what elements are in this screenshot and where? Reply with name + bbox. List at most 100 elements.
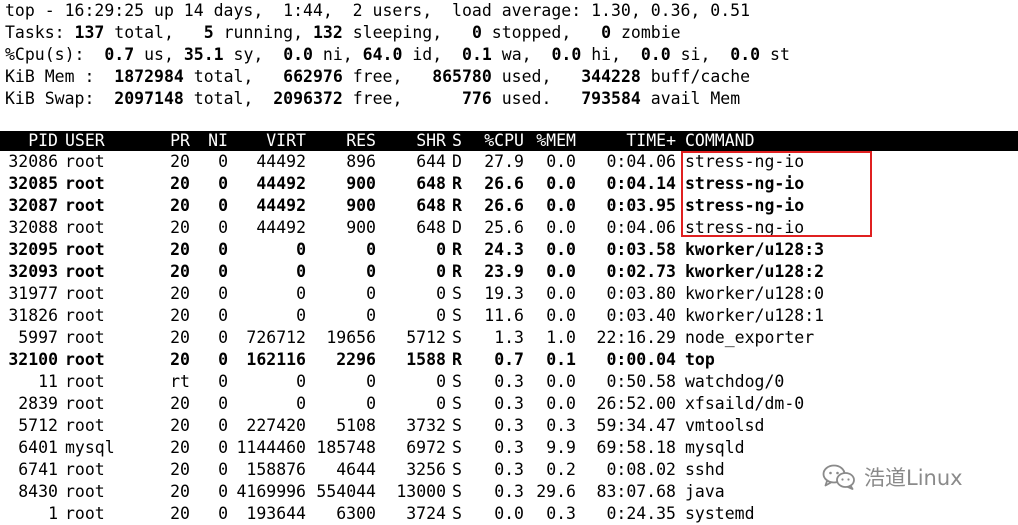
cell-user: root [65, 240, 105, 259]
cell-command: watchdog/0 [685, 372, 785, 391]
summary-value: 0.0 [730, 45, 761, 64]
cell-shr: 6972 [406, 438, 446, 457]
cell-shr: 5712 [406, 328, 446, 347]
watermark: 浩道Linux [822, 463, 963, 491]
cell-user: root [65, 460, 105, 479]
cell-mem: 0.0 [546, 394, 576, 413]
cell-ni: 0 [218, 306, 228, 325]
cell-cpu: 0.3 [494, 394, 524, 413]
cell-pid: 32100 [8, 350, 58, 369]
cell-shr: 1588 [406, 350, 446, 369]
cell-user: mysql [65, 438, 115, 457]
cell-shr: 3732 [406, 416, 446, 435]
col-pid: PID [28, 131, 58, 150]
process-row: 32093 root 20 0 0 0 0 R 23.9 0.0 0:02.73 kworker/u1… [0, 261, 1018, 283]
summary-text: total, [183, 67, 284, 86]
process-row: 31977 root 20 0 0 0 0 S 19.3 0.0 0:03.80 kworker/u1… [0, 283, 1018, 305]
cell-user: root [65, 372, 105, 391]
cell-pr: 20 [170, 284, 190, 303]
cell-mem: 29.6 [536, 482, 576, 501]
cell-pid: 1 [48, 504, 58, 523]
summary-text: used, [491, 67, 582, 86]
cell-cpu: 23.9 [484, 262, 524, 281]
process-row: 5712 root 20 0 227420 5108 3732 S 0.3 0.3 59:34.47… [0, 415, 1018, 437]
summary-text: total, [183, 89, 274, 108]
cell-res: 0 [366, 372, 376, 391]
cell-res: 4644 [336, 460, 376, 479]
cell-pid: 8430 [18, 482, 58, 501]
cell-state: R [452, 174, 462, 193]
cell-cpu: 1.3 [494, 328, 524, 347]
cell-ni: 0 [218, 416, 228, 435]
cell-time: 0:02.73 [606, 262, 676, 281]
cell-time: 22:16.29 [596, 328, 676, 347]
cell-time: 0:03.80 [606, 284, 676, 303]
cell-time: 0:24.35 [606, 504, 676, 523]
cell-state: S [452, 372, 462, 391]
cell-user: root [65, 218, 105, 237]
cell-command: node_exporter [685, 328, 815, 347]
cell-mem: 0.1 [546, 350, 576, 369]
cell-time: 0:04.06 [606, 218, 676, 237]
summary-value: 2096372 [273, 89, 343, 108]
wechat-icon [822, 464, 855, 490]
cell-mem: 0.0 [546, 218, 576, 237]
cell-res: 896 [346, 152, 376, 171]
col-s: S [452, 131, 462, 150]
process-row: 32100 root 20 0 162116 2296 1588 R 0.7 0.1 0:00.04… [0, 349, 1018, 371]
cell-state: R [452, 262, 462, 281]
col-mem: %MEM [536, 131, 576, 150]
cell-ni: 0 [218, 482, 228, 501]
cell-res: 0 [366, 240, 376, 259]
cell-shr: 644 [416, 152, 446, 171]
cell-state: D [452, 218, 462, 237]
summary-value: 64.0 [362, 45, 403, 64]
cell-pid: 32085 [8, 174, 58, 193]
cell-res: 6300 [336, 504, 376, 523]
cell-virt: 227420 [246, 416, 306, 435]
summary-text: ni, [313, 45, 363, 64]
cell-res: 185748 [316, 438, 376, 457]
summary-text: us, [134, 45, 184, 64]
cell-pr: 20 [170, 306, 190, 325]
cell-shr: 3724 [406, 504, 446, 523]
cell-ni: 0 [218, 438, 228, 457]
cell-pr: 20 [170, 240, 190, 259]
summary-value: 0.0 [283, 45, 313, 64]
cell-cpu: 0.3 [494, 482, 524, 501]
cell-mem: 0.3 [546, 504, 576, 523]
cell-ni: 0 [218, 152, 228, 171]
cell-virt: 193644 [246, 504, 306, 523]
summary-value: 0.7 [104, 45, 135, 64]
cell-mem: 0.0 [546, 152, 576, 171]
summary-value: 865780 [432, 67, 492, 86]
cell-time: 69:58.18 [596, 438, 676, 457]
cell-state: D [452, 152, 462, 171]
cell-pr: 20 [170, 416, 190, 435]
summary-text: KiB Swap: [5, 89, 115, 108]
summary-value: 0 [601, 23, 612, 42]
summary-text: free, [342, 89, 462, 108]
col-cpu: %CPU [484, 131, 524, 150]
summary-text: hi, [581, 45, 641, 64]
cell-mem: 0.3 [546, 416, 576, 435]
cell-shr: 648 [416, 174, 446, 193]
cell-mem: 0.0 [546, 196, 576, 215]
cell-pr: 20 [170, 460, 190, 479]
cell-state: R [452, 350, 462, 369]
cell-user: root [65, 152, 105, 171]
cell-cpu: 0.3 [494, 372, 524, 391]
cell-state: S [452, 416, 462, 435]
cell-shr: 648 [416, 196, 446, 215]
summary-text: avail Mem [640, 89, 741, 108]
cell-user: root [65, 504, 105, 523]
cell-state: S [452, 284, 462, 303]
cell-virt: 44492 [256, 218, 306, 237]
cell-pid: 31977 [8, 284, 58, 303]
cell-pr: 20 [170, 174, 190, 193]
cell-mem: 0.0 [546, 240, 576, 259]
summary-value: 0.0 [551, 45, 582, 64]
cell-pr: 20 [170, 438, 190, 457]
cell-virt: 44492 [256, 152, 306, 171]
cell-shr: 0 [436, 372, 446, 391]
